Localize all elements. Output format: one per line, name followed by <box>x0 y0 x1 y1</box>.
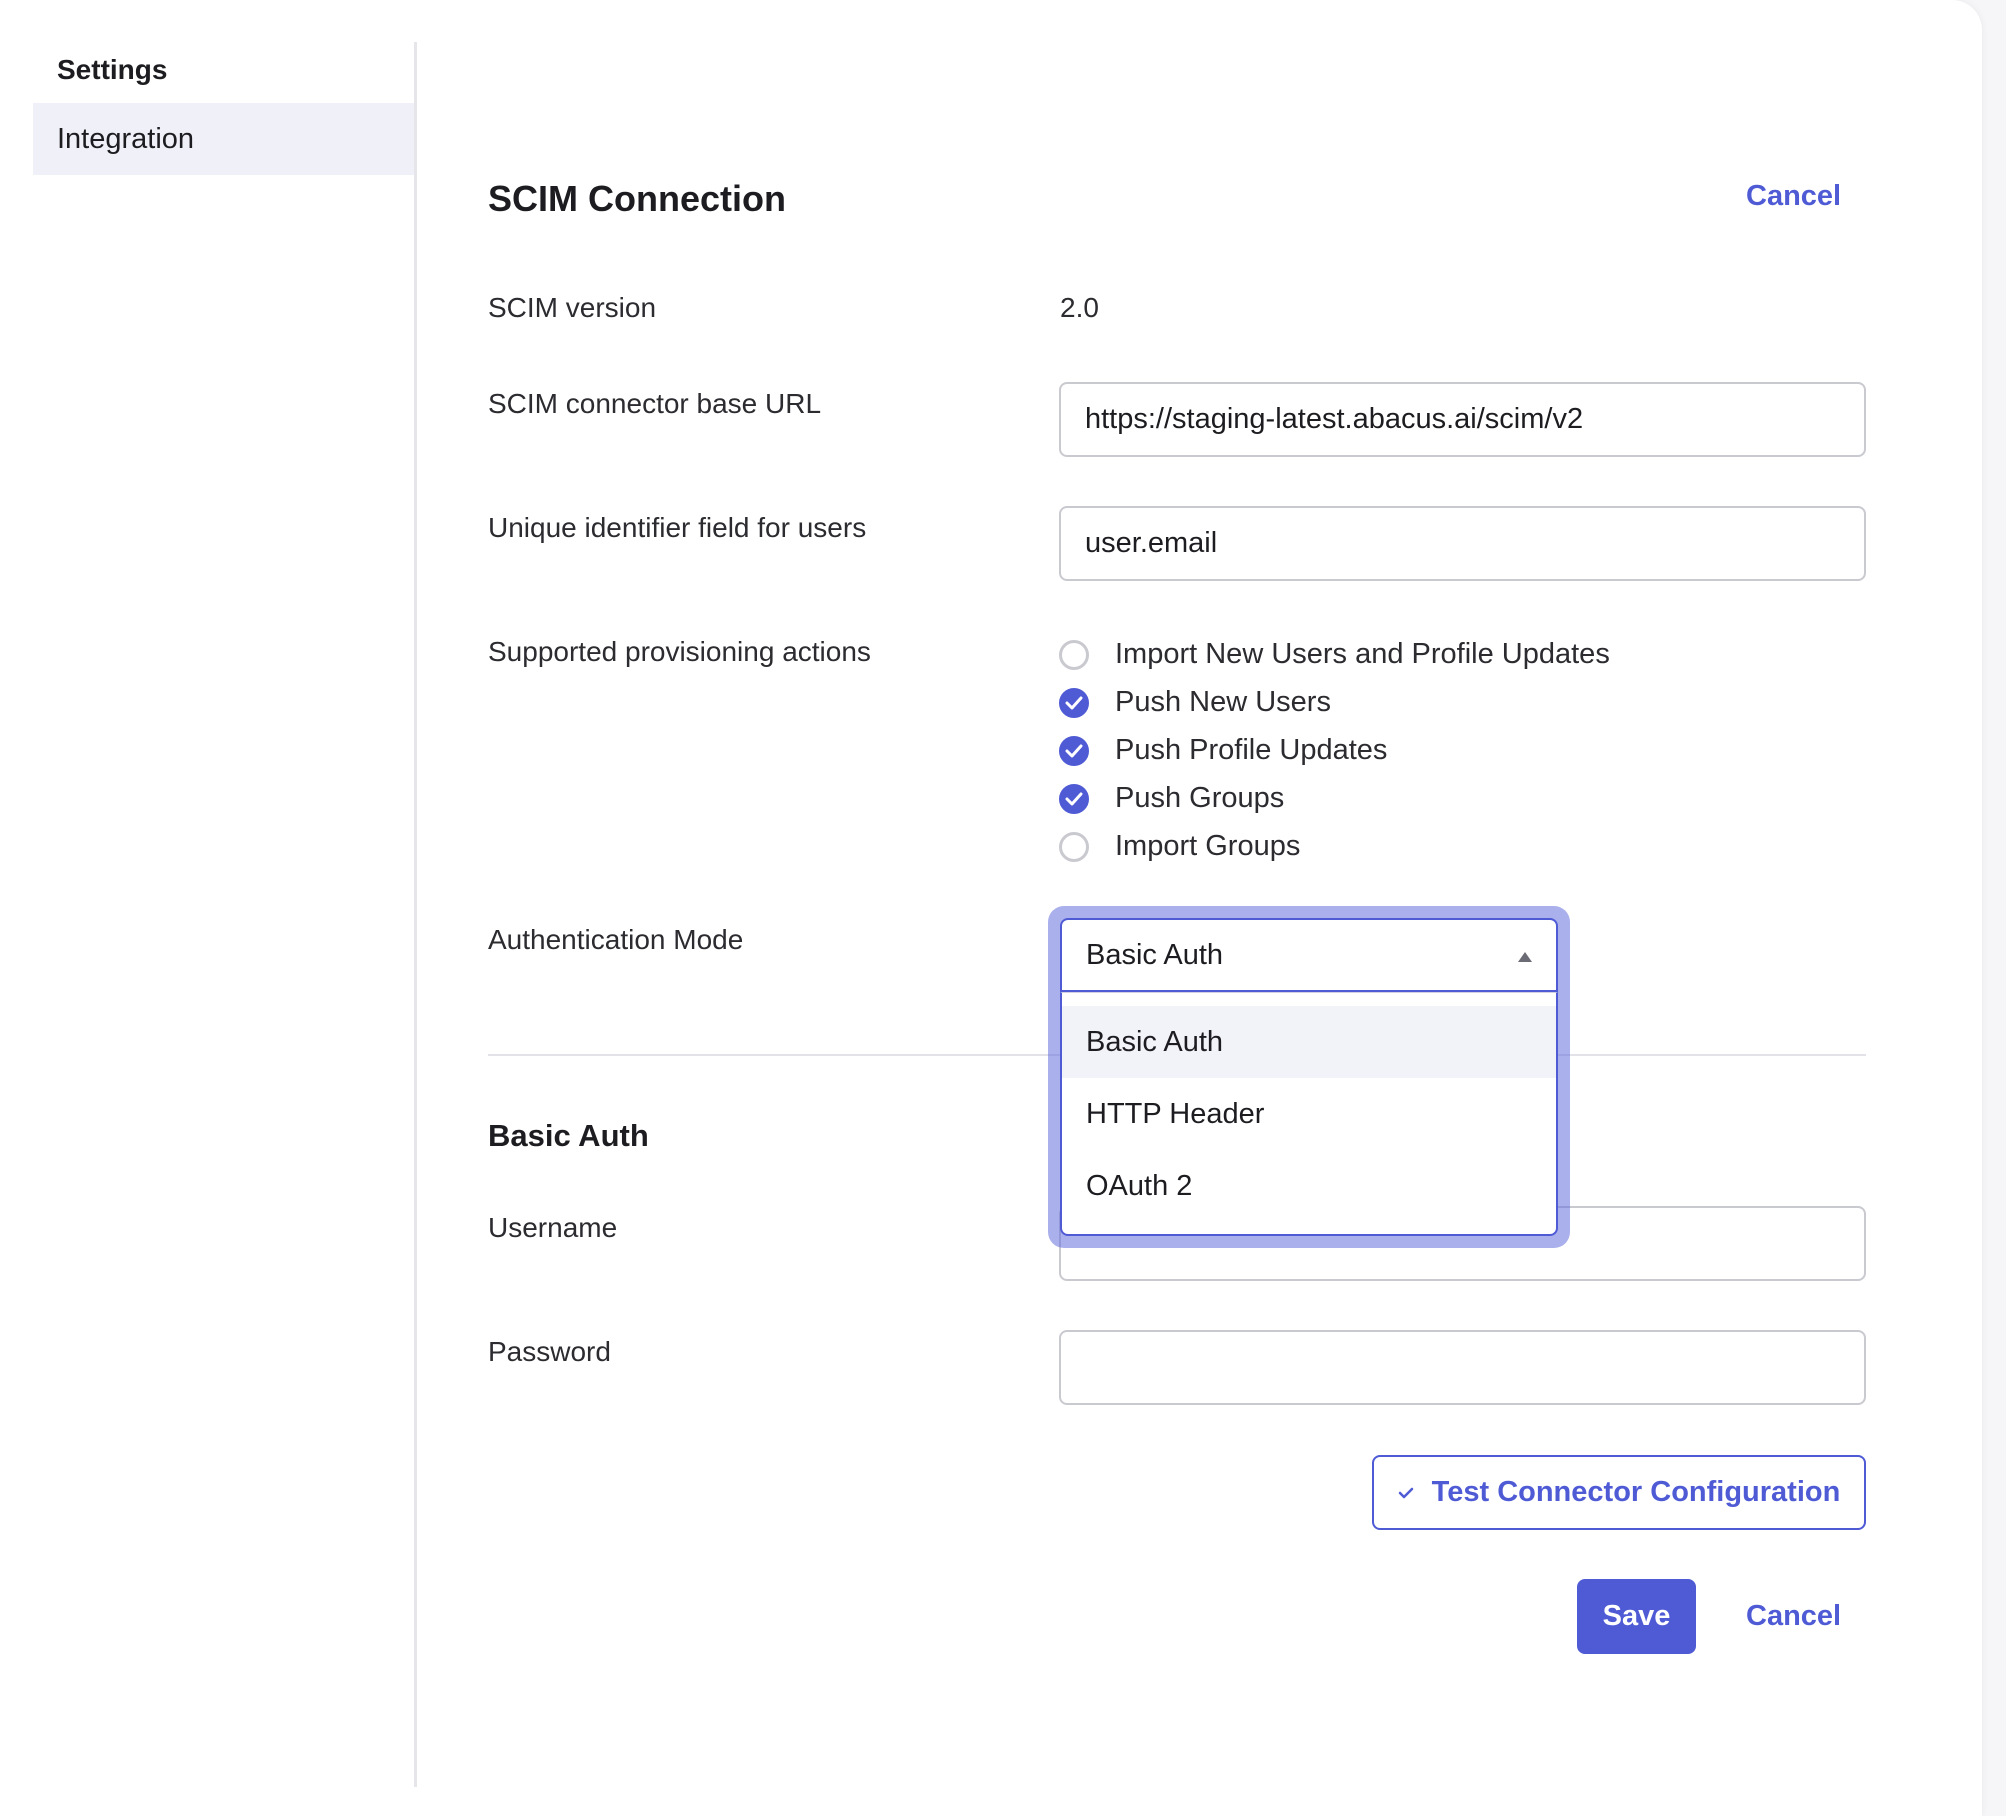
checkbox-checked-icon[interactable] <box>1059 783 1089 814</box>
checkbox-unchecked-icon[interactable] <box>1059 639 1089 670</box>
test-connector-button[interactable]: Test Connector Configuration <box>1372 1455 1866 1530</box>
checkbox-checked-icon[interactable] <box>1059 687 1089 718</box>
checkbox-push-profile-updates[interactable]: Push Profile Updates <box>1059 734 1387 767</box>
checkbox-label: Push Groups <box>1115 782 1285 814</box>
check-icon <box>1065 744 1083 757</box>
test-connector-label: Test Connector Configuration <box>1431 1476 1841 1508</box>
menu-item-oauth2[interactable]: OAuth 2 <box>1062 1150 1556 1222</box>
sidebar-item-label: Integration <box>57 123 195 155</box>
settings-card: Settings Integration SCIM Connection Can… <box>0 0 1982 1816</box>
menu-item-http-header[interactable]: HTTP Header <box>1062 1078 1556 1150</box>
basic-auth-title: Basic Auth <box>488 1118 649 1153</box>
check-icon <box>1398 1487 1413 1498</box>
checkbox-push-groups[interactable]: Push Groups <box>1059 782 1284 815</box>
checkbox-import-groups[interactable]: Import Groups <box>1059 830 1300 863</box>
check-icon <box>1065 696 1083 709</box>
page-title: SCIM Connection <box>488 178 786 219</box>
save-button[interactable]: Save <box>1577 1579 1696 1654</box>
checkbox-push-new-users[interactable]: Push New Users <box>1059 686 1331 719</box>
provisioning-label: Supported provisioning actions <box>488 636 871 667</box>
password-input[interactable] <box>1059 1330 1866 1405</box>
sidebar: Settings Integration <box>33 42 417 1787</box>
base-url-value: https://staging-latest.abacus.ai/scim/v2 <box>1085 403 1584 435</box>
cancel-link-top[interactable]: Cancel <box>1746 180 1841 213</box>
base-url-label: SCIM connector base URL <box>488 388 822 419</box>
check-icon <box>1065 792 1083 805</box>
username-label: Username <box>488 1212 618 1243</box>
auth-mode-menu: Basic Auth HTTP Header OAuth 2 <box>1060 992 1558 1236</box>
checkbox-checked-icon[interactable] <box>1059 735 1089 766</box>
scim-version-label: SCIM version <box>488 292 657 323</box>
checkbox-import-users[interactable]: Import New Users and Profile Updates <box>1059 638 1610 671</box>
password-label: Password <box>488 1336 611 1367</box>
scim-version-value: 2.0 <box>1060 292 1099 323</box>
checkbox-label: Import New Users and Profile Updates <box>1115 638 1610 670</box>
auth-mode-selected: Basic Auth <box>1086 938 1224 971</box>
checkbox-label: Push Profile Updates <box>1115 734 1388 766</box>
base-url-input[interactable]: https://staging-latest.abacus.ai/scim/v2 <box>1059 382 1866 457</box>
caret-up-icon[interactable] <box>1518 952 1532 962</box>
unique-id-value: user.email <box>1085 527 1218 559</box>
auth-mode-label: Authentication Mode <box>488 924 744 955</box>
checkbox-unchecked-icon[interactable] <box>1059 831 1089 862</box>
sidebar-item-integration[interactable]: Integration <box>33 103 414 175</box>
unique-id-input[interactable]: user.email <box>1059 506 1866 581</box>
checkbox-label: Import Groups <box>1115 830 1301 862</box>
sidebar-title: Settings <box>57 54 168 85</box>
menu-item-basic-auth[interactable]: Basic Auth <box>1062 1006 1556 1078</box>
unique-id-label: Unique identifier field for users <box>488 512 867 543</box>
auth-mode-select[interactable]: Basic Auth <box>1060 918 1558 992</box>
checkbox-label: Push New Users <box>1115 686 1331 718</box>
cancel-link-bottom[interactable]: Cancel <box>1746 1600 1841 1633</box>
